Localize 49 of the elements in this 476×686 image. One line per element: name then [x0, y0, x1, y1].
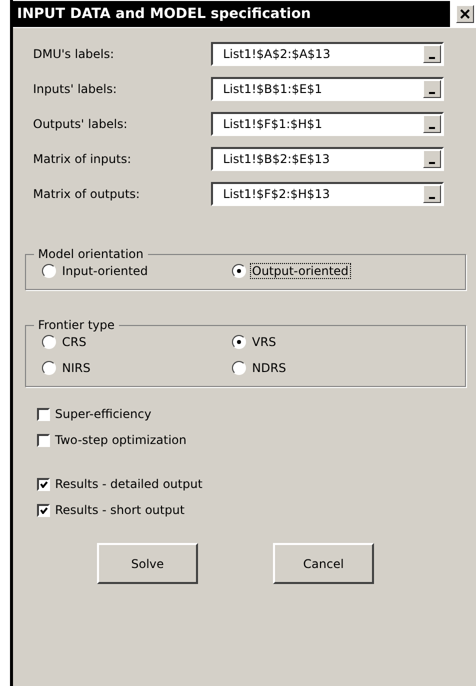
- range-select-button[interactable]: [423, 150, 441, 168]
- range-field[interactable]: List1!$B$1:$E$1: [211, 76, 444, 100]
- checkbox[interactable]: [37, 408, 50, 420]
- radio-option[interactable]: VRS: [232, 334, 455, 350]
- check-icon: [40, 480, 48, 488]
- range-field[interactable]: List1!$B$2:$E$13: [211, 146, 444, 170]
- radio-button[interactable]: [42, 361, 56, 375]
- field-label: Matrix of inputs:: [33, 152, 132, 166]
- range-select-button[interactable]: [423, 184, 441, 202]
- field-label: Outputs' labels:: [33, 116, 128, 130]
- radio-option[interactable]: Input-oriented: [42, 263, 232, 279]
- range-select-button[interactable]: [423, 44, 441, 62]
- solve-button[interactable]: Solve: [97, 543, 198, 584]
- checkbox-option[interactable]: Two-step optimization: [37, 433, 476, 447]
- check-icon: [40, 506, 48, 514]
- radio-button[interactable]: [232, 335, 246, 349]
- window-title: INPUT DATA and MODEL specification: [13, 1, 450, 27]
- group-title: Model orientation: [37, 247, 144, 261]
- radio-button[interactable]: [42, 335, 56, 349]
- radio-button[interactable]: [42, 264, 56, 278]
- checkbox-option[interactable]: Results - short output: [37, 503, 476, 517]
- range-field[interactable]: List1!$F$1:$H$1: [211, 112, 444, 136]
- checkbox-option[interactable]: Results - detailed output: [37, 477, 476, 491]
- radio-option[interactable]: NDRS: [232, 360, 455, 376]
- radio-button[interactable]: [232, 361, 246, 375]
- radio-option[interactable]: CRS: [42, 334, 232, 350]
- range-select-button[interactable]: [423, 114, 441, 132]
- range-field[interactable]: List1!$A$2:$A$13: [211, 42, 444, 66]
- cancel-button[interactable]: Cancel: [273, 543, 374, 584]
- minimize-icon: [429, 126, 435, 128]
- minimize-icon: [429, 162, 435, 164]
- checkbox-option[interactable]: Super-efficiency: [37, 407, 476, 421]
- checkbox[interactable]: [37, 478, 50, 490]
- checkbox[interactable]: [37, 434, 50, 446]
- close-icon: [460, 9, 470, 19]
- checkbox[interactable]: [37, 504, 50, 516]
- range-select-button[interactable]: [423, 80, 441, 98]
- radio-option[interactable]: NIRS: [42, 360, 232, 376]
- group-title: Frontier type: [37, 318, 116, 332]
- field-label: Matrix of outputs:: [33, 186, 141, 200]
- minimize-icon: [429, 92, 435, 94]
- range-field[interactable]: List1!$F$2:$H$13: [211, 182, 444, 206]
- field-label: DMU's labels:: [33, 46, 116, 60]
- radio-button[interactable]: [232, 264, 246, 278]
- field-label: Inputs' labels:: [33, 82, 118, 96]
- close-button[interactable]: [456, 5, 474, 23]
- radio-option[interactable]: Output-oriented: [232, 263, 455, 279]
- minimize-icon: [429, 196, 435, 198]
- minimize-icon: [429, 56, 435, 58]
